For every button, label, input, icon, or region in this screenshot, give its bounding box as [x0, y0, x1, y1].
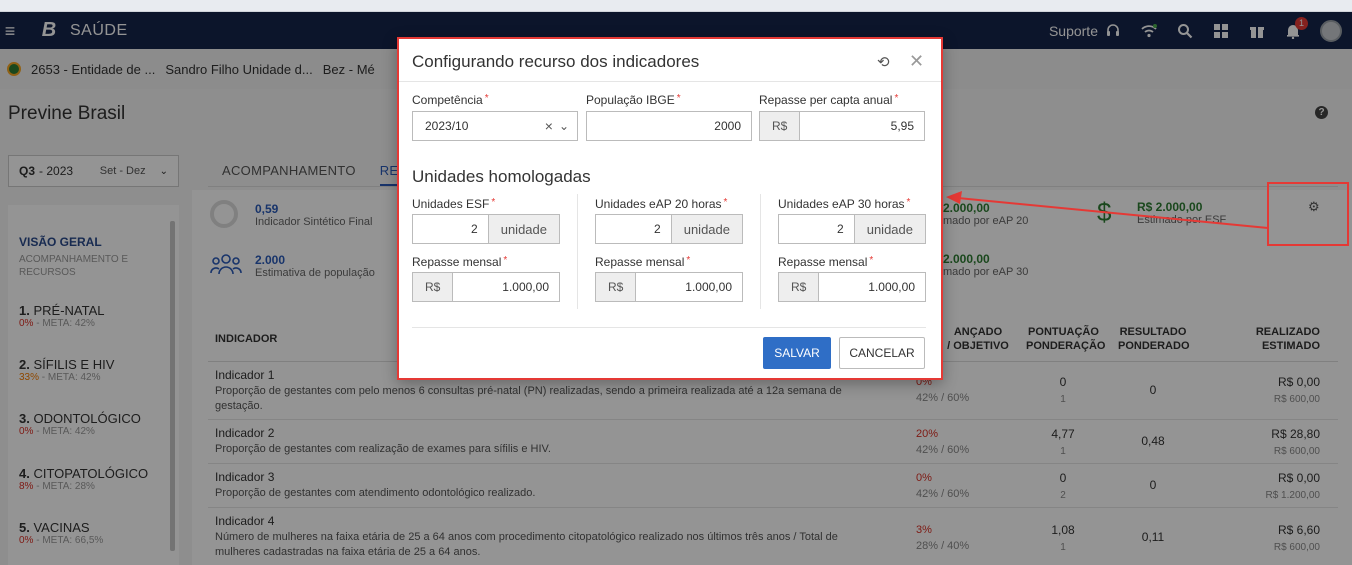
repasse-esf-label-text: Repasse mensal — [412, 255, 502, 269]
competencia-label-text: Competência — [412, 93, 483, 107]
currency-prefix: R$ — [596, 273, 637, 301]
repasse-esf-label: Repasse mensal * — [412, 255, 507, 269]
history-icon[interactable]: ⟲ — [877, 53, 890, 71]
units-eap20-label: Unidades eAP 20 horas * — [595, 197, 727, 211]
repasse-capta-value: 5,95 — [890, 119, 914, 133]
section-title: Unidades homologadas — [412, 167, 591, 186]
required-mark: * — [894, 93, 899, 104]
repasse-eap20-input[interactable]: R$ 1.000,00 — [595, 272, 743, 302]
units-eap20-label-text: Unidades eAP 20 horas — [595, 197, 722, 211]
units-eap30-value: 2 — [837, 222, 844, 236]
repasse-esf-value: 1.000,00 — [502, 280, 549, 294]
chevron-down-icon: ⌄ — [558, 119, 569, 133]
repasse-eap20-label: Repasse mensal * — [595, 255, 690, 269]
repasse-eap30-input[interactable]: R$ 1.000,00 — [778, 272, 926, 302]
units-eap30-input[interactable]: 2 unidade — [778, 214, 926, 244]
repasse-eap20-value: 1.000,00 — [685, 280, 732, 294]
currency-prefix: R$ — [779, 273, 820, 301]
repasse-esf-input[interactable]: R$ 1.000,00 — [412, 272, 560, 302]
required-mark: * — [906, 197, 911, 208]
units-esf-input[interactable]: 2 unidade — [412, 214, 560, 244]
competencia-label: Competência * — [412, 93, 489, 107]
save-button[interactable]: SALVAR — [763, 337, 831, 369]
cancel-button[interactable]: CANCELAR — [839, 337, 925, 369]
modal-divider — [399, 81, 941, 82]
modal-title: Configurando recurso dos indicadores — [412, 52, 700, 71]
units-esf-value: 2 — [471, 222, 478, 236]
close-icon[interactable]: ✕ — [909, 51, 924, 72]
units-suffix: unidade — [487, 215, 559, 243]
units-eap30-label: Unidades eAP 30 horas * — [778, 197, 910, 211]
required-mark: * — [869, 255, 874, 266]
required-mark: * — [676, 93, 681, 104]
repasse-eap20-label-text: Repasse mensal — [595, 255, 685, 269]
required-mark: * — [484, 93, 489, 104]
units-esf-label: Unidades ESF * — [412, 197, 495, 211]
units-eap20-input[interactable]: 2 unidade — [595, 214, 743, 244]
units-eap30-label-text: Unidades eAP 30 horas — [778, 197, 905, 211]
populacao-label-text: População IBGE — [586, 93, 675, 107]
column-divider — [760, 194, 761, 309]
units-esf-label-text: Unidades ESF — [412, 197, 490, 211]
populacao-value: 2000 — [714, 119, 741, 133]
browser-bookmarks-strip — [0, 0, 1352, 12]
required-mark: * — [686, 255, 691, 266]
repasse-capta-input[interactable]: R$ 5,95 — [759, 111, 925, 141]
config-modal: Configurando recurso dos indicadores ⟲ ✕… — [397, 37, 943, 380]
competencia-value: 2023/10 — [425, 119, 469, 133]
populacao-input[interactable]: 2000 — [586, 111, 752, 141]
column-divider — [577, 194, 578, 309]
currency-prefix: R$ — [760, 112, 801, 140]
competencia-select[interactable]: 2023/10 × ⌄ — [412, 111, 578, 141]
clear-icon[interactable]: × — [545, 118, 553, 134]
required-mark: * — [723, 197, 728, 208]
populacao-label: População IBGE * — [586, 93, 681, 107]
annotation-highlight-box — [1267, 182, 1349, 246]
repasse-eap30-value: 1.000,00 — [868, 280, 915, 294]
repasse-eap30-label: Repasse mensal * — [778, 255, 873, 269]
required-mark: * — [503, 255, 508, 266]
currency-prefix: R$ — [413, 273, 454, 301]
units-eap20-value: 2 — [654, 222, 661, 236]
units-suffix: unidade — [670, 215, 742, 243]
repasse-capta-label: Repasse per capta anual * — [759, 93, 898, 107]
units-suffix: unidade — [853, 215, 925, 243]
modal-footer-divider — [412, 327, 926, 328]
repasse-eap30-label-text: Repasse mensal — [778, 255, 868, 269]
repasse-capta-label-text: Repasse per capta anual — [759, 93, 893, 107]
required-mark: * — [491, 197, 496, 208]
